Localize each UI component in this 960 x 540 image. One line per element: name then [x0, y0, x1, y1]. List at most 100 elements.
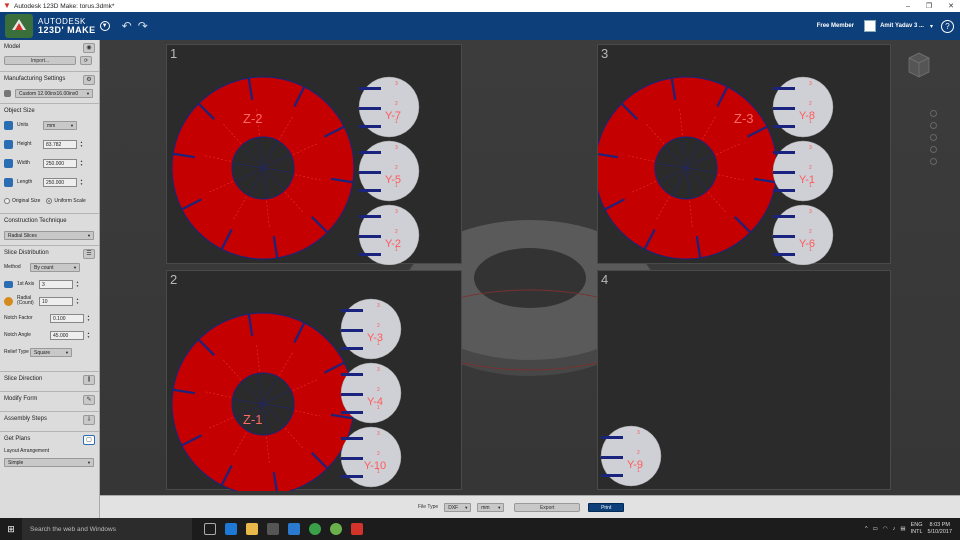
taskbar-search[interactable]: Search the web and Windows — [22, 518, 192, 540]
chrome-icon[interactable] — [309, 523, 321, 535]
print-button[interactable]: Print — [588, 502, 625, 512]
lang-line1: ENG — [910, 522, 923, 528]
app-icon-blue[interactable] — [288, 523, 300, 535]
notch-angle-stepper-icon[interactable]: ▲ ▼ — [86, 331, 91, 340]
construction-dropdown[interactable]: Radial Slices — [4, 230, 94, 240]
length-label: Length — [17, 179, 33, 185]
original-size-radio[interactable] — [4, 198, 10, 204]
height-input[interactable]: 83.782 — [43, 139, 77, 149]
slice-notch-number: 2 — [395, 101, 398, 107]
windows-start-icon[interactable]: ⊞ — [0, 518, 22, 540]
app-icon-green[interactable] — [330, 523, 342, 535]
user-dropdown-icon[interactable]: ▾ — [930, 23, 933, 30]
orbit-icon[interactable] — [929, 122, 937, 129]
slice-direction-icon[interactable]: ⫼ — [83, 375, 95, 385]
units-dropdown[interactable]: mm — [43, 120, 77, 130]
viewport[interactable]: 1 Z-2 3 2 1 Y-7 3 2 1 Y-5 3 2 1 Y-2 2 Z-1 3 2 1 Y-3 3 2 1 Y-… — [100, 40, 960, 495]
width-icon — [4, 158, 13, 168]
refresh-icon[interactable]: ⟳ — [80, 55, 92, 65]
slice-part: 321Y-3 — [340, 298, 402, 360]
wifi-icon[interactable]: ◠ — [883, 526, 888, 532]
export-bar: File Type DXF mm Export Print — [100, 495, 960, 518]
width-stepper-icon[interactable]: ▲ ▼ — [79, 159, 84, 168]
export-units-dropdown[interactable]: mm — [477, 502, 505, 512]
export-button[interactable]: Export — [514, 502, 581, 512]
notch-factor-input[interactable]: 0.100 — [50, 313, 84, 323]
file-type-dropdown[interactable]: DXF — [444, 502, 472, 512]
slice-notch-number: 2 — [395, 165, 398, 171]
slice-notch-number: 3 — [395, 209, 398, 215]
assembly-steps-section[interactable]: Assembly Steps ⇩ — [0, 412, 99, 432]
brand-line2: 123D' MAKE — [38, 25, 96, 35]
sheet-3[interactable]: 3 Z-3 3 2 1 Y-8 3 2 1 Y-1 3 2 1 Y-6 — [597, 44, 891, 265]
method-dropdown[interactable]: By count — [30, 262, 80, 272]
width-label: Width — [17, 160, 30, 166]
task-view-icon[interactable] — [204, 523, 216, 535]
length-stepper-icon[interactable]: ▲ ▼ — [79, 178, 84, 187]
get-plans-icon[interactable]: ▢ — [83, 435, 95, 445]
slice-distribution-title: Slice Distribution — [4, 250, 49, 256]
redo-icon[interactable]: ↷ — [138, 19, 148, 33]
slice-notch-number: 3 — [809, 81, 812, 87]
look-icon[interactable] — [929, 158, 937, 165]
zoom-icon[interactable] — [929, 134, 937, 141]
file-explorer-icon[interactable] — [246, 523, 258, 535]
manufacturing-title: Manufacturing Settings — [4, 76, 66, 82]
import-button[interactable]: Import... — [4, 55, 76, 65]
length-input[interactable]: 250.000 — [43, 177, 77, 187]
user-name[interactable]: Amit Yadav 3 ... — [880, 23, 924, 29]
layout-arrangement-dropdown[interactable]: Simple — [4, 457, 94, 467]
pan-icon[interactable] — [929, 110, 937, 117]
uniform-scale-radio[interactable] — [46, 198, 53, 204]
fit-icon[interactable] — [929, 146, 937, 153]
slice-part: 321Y-2 — [358, 204, 420, 265]
units-icon — [4, 120, 13, 130]
sheet-2-drawing: Z-1321Y-3321Y-4321Y-10 — [171, 298, 402, 491]
sheet-1[interactable]: 1 Z-2 3 2 1 Y-7 3 2 1 Y-5 3 2 1 Y-2 — [166, 44, 462, 265]
notch-factor-stepper-icon[interactable]: ▲ ▼ — [86, 314, 91, 323]
list-icon[interactable]: ☰ — [83, 249, 95, 259]
help-icon[interactable]: ? — [941, 19, 954, 33]
radial-stepper-icon[interactable]: ▲ ▼ — [75, 297, 80, 306]
height-stepper-icon[interactable]: ▲ ▼ — [79, 140, 84, 149]
relief-type-dropdown[interactable]: Square — [30, 347, 72, 357]
view-cube-icon[interactable] — [906, 50, 932, 80]
eye-icon[interactable]: ◉ — [83, 43, 95, 53]
slice-direction-section[interactable]: Slice Direction ⫼ — [0, 372, 99, 392]
gear-icon[interactable]: ⚙ — [83, 75, 95, 85]
ring-label: Z-1 — [243, 412, 263, 427]
notch-angle-input[interactable]: 45.000 — [50, 330, 84, 340]
undo-icon[interactable]: ↶ — [122, 19, 132, 33]
layout-arrangement-label: Layout Arrangement — [4, 448, 50, 454]
slice-direction-title: Slice Direction — [4, 376, 43, 382]
ring-label: Z-2 — [243, 111, 263, 126]
radial-input[interactable]: 10 — [39, 296, 73, 306]
language-indicator[interactable]: ENG INTL — [911, 522, 923, 536]
modify-form-section[interactable]: Modify Form ✎ — [0, 392, 99, 412]
width-input[interactable]: 250.000 — [43, 158, 77, 168]
store-icon[interactable] — [267, 523, 279, 535]
edge-icon[interactable] — [225, 523, 237, 535]
axis-icon — [4, 280, 13, 288]
sheet-4[interactable]: 4 3 2 1 Y-9 — [597, 270, 891, 490]
minimize-button[interactable]: – — [906, 3, 910, 10]
membership-label[interactable]: Free Member — [817, 23, 854, 29]
pencil-icon[interactable] — [4, 89, 11, 97]
maximize-button[interactable]: ❐ — [926, 2, 932, 10]
material-dropdown[interactable]: Custom 12.00inx16.00inx0 — [15, 88, 93, 98]
modify-form-icon[interactable]: ✎ — [83, 395, 95, 405]
slice-label: Y-6 — [799, 238, 815, 250]
123d-make-taskbar-icon[interactable] — [351, 523, 363, 535]
clock[interactable]: 8:03 PM 5/10/2017 — [928, 522, 952, 536]
relief-type-label: Relief Type — [4, 349, 29, 355]
assembly-steps-icon[interactable]: ⇩ — [83, 415, 95, 425]
axis1-input[interactable]: 3 — [39, 279, 73, 289]
app-menu-dropdown-icon[interactable]: ▼ — [99, 21, 110, 31]
tray-chevron-icon[interactable]: ^ — [865, 526, 868, 532]
axis1-stepper-icon[interactable]: ▲ ▼ — [75, 280, 80, 289]
battery-icon[interactable]: ▭ — [873, 526, 878, 532]
volume-icon[interactable]: ♪ — [893, 526, 896, 532]
sheet-2[interactable]: 2 Z-1 3 2 1 Y-3 3 2 1 Y-4 3 2 1 Y-10 — [166, 270, 462, 491]
notification-icon[interactable]: ▤ — [900, 526, 905, 532]
close-button[interactable]: ✕ — [948, 2, 954, 10]
